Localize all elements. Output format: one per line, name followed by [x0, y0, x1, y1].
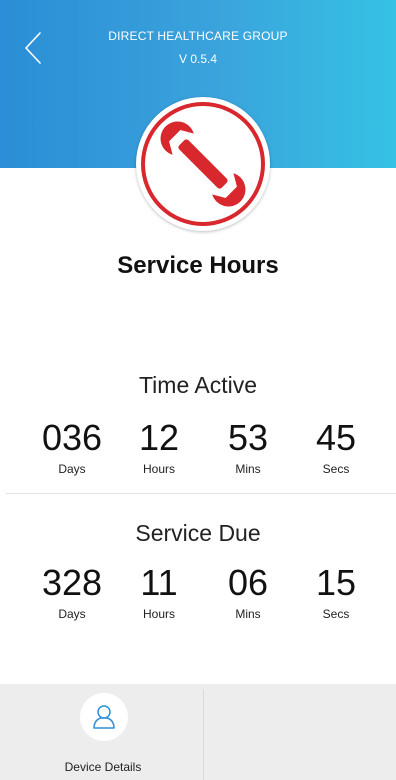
timer-unit: Days — [58, 462, 86, 476]
page-title: Service Hours — [117, 252, 279, 279]
service-due-hours: 11 Hours — [114, 562, 204, 622]
timer-unit: Mins — [235, 607, 261, 621]
timer-value: 06 — [227, 562, 269, 603]
timer-unit: Days — [58, 607, 86, 621]
service-due-days: 328 Days — [27, 562, 117, 622]
timer-unit: Secs — [322, 462, 350, 476]
time-active-counter: 036 Days 12 Hours 53 Mins 45 Secs — [0, 418, 396, 488]
bottom-navigation: Device Details — [0, 684, 396, 780]
time-active-secs: 45 Secs — [291, 417, 381, 477]
timer-value: 12 — [138, 417, 180, 458]
timer-value: 15 — [315, 562, 357, 603]
device-details-label: Device Details — [64, 760, 142, 774]
time-active-title: Time Active — [138, 372, 257, 398]
device-details-icon-circle — [80, 693, 128, 741]
timer-value: 036 — [41, 417, 103, 458]
service-hours-screen: DIRECT HEALTHCARE GROUP V 0.5.4 Service … — [0, 0, 396, 780]
timer-value: 53 — [227, 417, 269, 458]
app-version: V 0.5.4 — [178, 52, 218, 66]
timer-value: 328 — [41, 562, 103, 603]
service-due-secs: 15 Secs — [291, 562, 381, 622]
time-active-hours: 12 Hours — [114, 417, 204, 477]
service-due-title: Service Due — [135, 520, 261, 546]
time-active-days: 036 Days — [27, 417, 117, 477]
timer-unit: Mins — [235, 462, 261, 476]
device-details-button[interactable]: Device Details — [40, 684, 166, 780]
user-icon — [93, 705, 115, 729]
time-active-mins: 53 Mins — [203, 417, 293, 477]
organization-name: DIRECT HEALTHCARE GROUP — [108, 29, 288, 43]
bottom-nav-separator — [203, 690, 204, 780]
timer-value: 11 — [140, 562, 178, 603]
timer-value: 45 — [315, 417, 357, 458]
service-due-mins: 06 Mins — [203, 562, 293, 622]
wrench-icon — [141, 102, 265, 226]
section-divider — [6, 493, 396, 494]
timer-unit: Hours — [142, 607, 175, 621]
timer-unit: Hours — [142, 462, 175, 476]
service-due-counter: 328 Days 11 Hours 06 Mins 15 Secs — [0, 563, 396, 633]
timer-unit: Secs — [322, 607, 350, 621]
service-badge — [136, 97, 270, 231]
